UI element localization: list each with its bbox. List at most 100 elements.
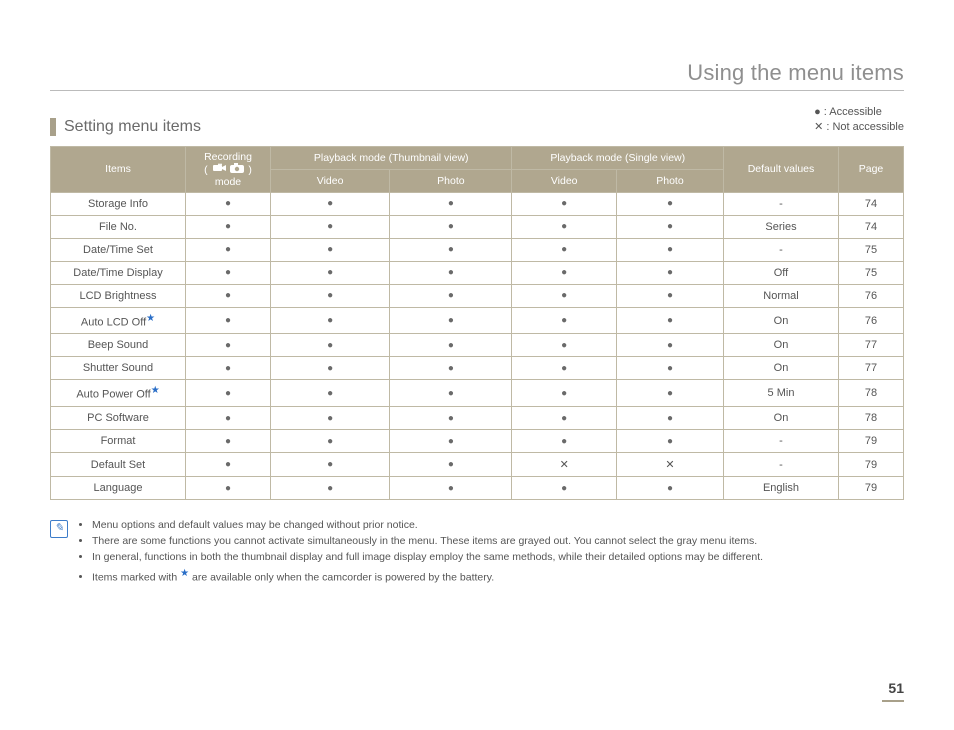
cell-single-photo: ● xyxy=(616,357,723,380)
cell-single-photo: ● xyxy=(616,307,723,334)
note-item: Items marked with ★ are available only w… xyxy=(92,567,763,585)
cell-recording: ● xyxy=(186,357,271,380)
table-row: Auto LCD Off★●●●●●On76 xyxy=(51,307,904,334)
cell-page: 75 xyxy=(839,238,904,261)
cell-recording: ● xyxy=(186,453,271,477)
cell-single-video: ● xyxy=(512,380,616,407)
th-thumb-photo: Photo xyxy=(390,169,512,192)
cell-single-video: ● xyxy=(512,334,616,357)
cell-thumb-photo: ● xyxy=(390,407,512,430)
settings-table: Items Recording ( ) mode Playback mode (… xyxy=(50,146,904,500)
cell-default: - xyxy=(724,238,839,261)
th-recording-mode: Recording ( ) mode xyxy=(186,146,271,192)
cell-default: - xyxy=(724,192,839,215)
page-number-accent xyxy=(882,700,904,702)
legend-not-symbol: ✕ xyxy=(814,121,823,133)
legend-accessible-symbol: ● xyxy=(814,106,821,118)
cell-single-photo: ● xyxy=(616,261,723,284)
cell-default: 5 Min xyxy=(724,380,839,407)
cell-thumb-photo: ● xyxy=(390,284,512,307)
table-row: Format●●●●●-79 xyxy=(51,430,904,453)
table-row: Date/Time Set●●●●●-75 xyxy=(51,238,904,261)
camcorder-icon xyxy=(213,163,227,173)
notes-list: Menu options and default values may be c… xyxy=(78,518,763,586)
cell-thumb-photo: ● xyxy=(390,261,512,284)
cell-thumb-video: ● xyxy=(271,238,390,261)
cell-recording: ● xyxy=(186,215,271,238)
cell-single-video: ● xyxy=(512,238,616,261)
item-name: Storage Info xyxy=(51,192,186,215)
item-name: Date/Time Set xyxy=(51,238,186,261)
cell-single-photo: ● xyxy=(616,430,723,453)
cell-single-photo: ● xyxy=(616,238,723,261)
cell-thumb-video: ● xyxy=(271,334,390,357)
table-row: LCD Brightness●●●●●Normal76 xyxy=(51,284,904,307)
title-underline xyxy=(50,90,904,91)
cell-thumb-photo: ● xyxy=(390,238,512,261)
cell-thumb-video: ● xyxy=(271,261,390,284)
cell-thumb-video: ● xyxy=(271,477,390,500)
section-title: Setting menu items xyxy=(50,118,201,136)
cell-page: 77 xyxy=(839,357,904,380)
cell-page: 78 xyxy=(839,380,904,407)
cell-page: 76 xyxy=(839,284,904,307)
cell-default: English xyxy=(724,477,839,500)
table-row: Storage Info●●●●●-74 xyxy=(51,192,904,215)
item-name: Date/Time Display xyxy=(51,261,186,284)
cell-single-video: ● xyxy=(512,430,616,453)
cell-default: - xyxy=(724,453,839,477)
cell-single-video: ● xyxy=(512,477,616,500)
cell-single-photo: ● xyxy=(616,407,723,430)
cell-recording: ● xyxy=(186,307,271,334)
cell-single-photo: ✕ xyxy=(616,453,723,477)
note-item: Menu options and default values may be c… xyxy=(92,518,763,532)
cell-thumb-video: ● xyxy=(271,307,390,334)
legend-not-label: : Not accessible xyxy=(826,121,904,133)
cell-single-video: ● xyxy=(512,215,616,238)
cell-page: 79 xyxy=(839,430,904,453)
th-recording-mode-l2: mode xyxy=(215,176,241,188)
cell-thumb-video: ● xyxy=(271,453,390,477)
item-name: Default Set xyxy=(51,453,186,477)
cell-single-video: ● xyxy=(512,261,616,284)
cell-single-video: ● xyxy=(512,357,616,380)
cell-default: Series xyxy=(724,215,839,238)
th-recording-mode-l1: Recording xyxy=(204,151,252,163)
cell-single-video: ● xyxy=(512,284,616,307)
item-name: Language xyxy=(51,477,186,500)
cell-single-video: ● xyxy=(512,307,616,334)
note-item: There are some functions you cannot acti… xyxy=(92,534,763,548)
th-default: Default values xyxy=(724,146,839,192)
cell-single-photo: ● xyxy=(616,334,723,357)
camera-icon xyxy=(230,163,244,173)
cell-recording: ● xyxy=(186,380,271,407)
cell-recording: ● xyxy=(186,407,271,430)
star-icon: ★ xyxy=(180,568,189,579)
cell-thumb-video: ● xyxy=(271,215,390,238)
cell-thumb-photo: ● xyxy=(390,430,512,453)
cell-page: 74 xyxy=(839,192,904,215)
item-name: Format xyxy=(51,430,186,453)
table-row: Language●●●●●English79 xyxy=(51,477,904,500)
table-row: PC Software●●●●●On78 xyxy=(51,407,904,430)
cell-recording: ● xyxy=(186,261,271,284)
cell-single-photo: ● xyxy=(616,284,723,307)
cell-default: Off xyxy=(724,261,839,284)
cell-thumb-photo: ● xyxy=(390,477,512,500)
cell-recording: ● xyxy=(186,477,271,500)
cell-page: 75 xyxy=(839,261,904,284)
item-name: Shutter Sound xyxy=(51,357,186,380)
cell-thumb-video: ● xyxy=(271,430,390,453)
cell-page: 79 xyxy=(839,453,904,477)
cell-page: 79 xyxy=(839,477,904,500)
th-single-photo: Photo xyxy=(616,169,723,192)
legend: ● : Accessible ✕ : Not accessible xyxy=(814,105,904,136)
legend-accessible-label: : Accessible xyxy=(824,106,882,118)
item-name: Auto Power Off★ xyxy=(51,380,186,407)
table-row: Date/Time Display●●●●●Off75 xyxy=(51,261,904,284)
cell-thumb-video: ● xyxy=(271,284,390,307)
table-row: Beep Sound●●●●●On77 xyxy=(51,334,904,357)
th-playback-single: Playback mode (Single view) xyxy=(512,146,724,169)
th-single-video: Video xyxy=(512,169,616,192)
note-item: In general, functions in both the thumbn… xyxy=(92,550,763,564)
